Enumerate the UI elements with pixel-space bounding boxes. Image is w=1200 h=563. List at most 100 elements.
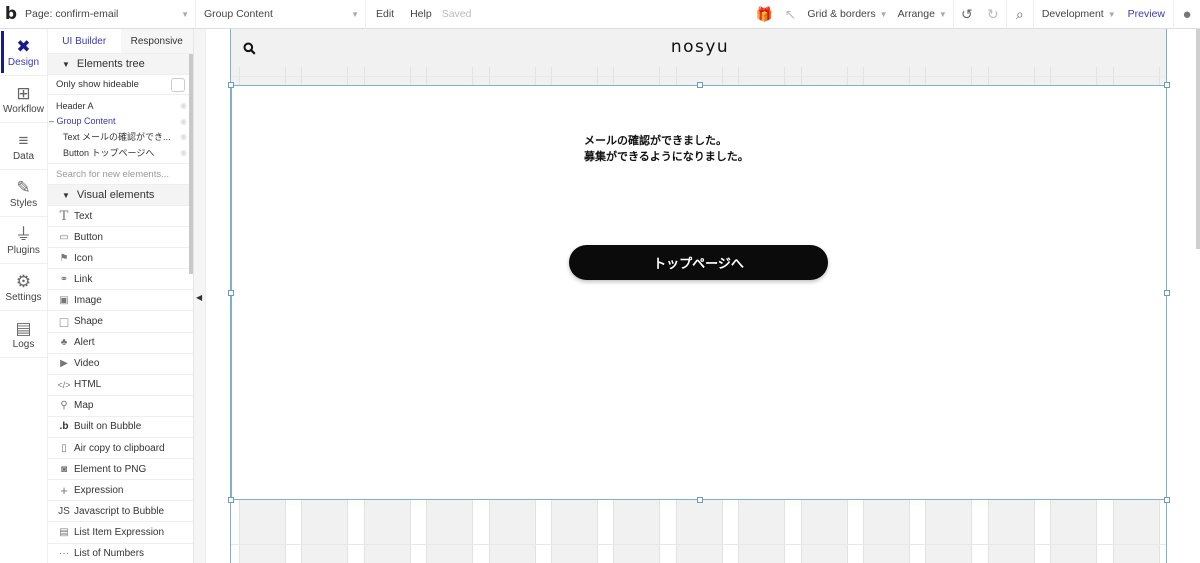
chevron-down-icon: ▼ [181, 9, 189, 19]
grid-column [863, 500, 910, 563]
rail-plugins[interactable]: ⏚ Plugins [0, 217, 47, 264]
brush-icon: ✎ [16, 177, 31, 197]
only-show-hideable-checkbox[interactable] [171, 77, 185, 92]
account-icon[interactable]: ● [1174, 0, 1200, 29]
element-label: Map [74, 400, 94, 412]
eye-icon[interactable]: ◉ [180, 101, 187, 110]
element-video[interactable]: ▶ Video [48, 354, 193, 375]
rail-workflow[interactable]: ⊞ Workflow [0, 76, 47, 123]
element-label: HTML [74, 379, 102, 391]
element-built-on-bubble[interactable]: .b Built on Bubble [48, 417, 193, 439]
resize-handle[interactable] [697, 82, 703, 88]
element-list-item-expression[interactable]: ▤ List Item Expression [48, 522, 193, 544]
tree-item-group-content[interactable]: – Group Content ◉ [48, 114, 193, 130]
eye-icon[interactable]: ◉ [180, 148, 187, 157]
element-link[interactable]: ⚭ Link [48, 269, 193, 291]
panel-scrollbar[interactable] [189, 54, 193, 274]
grid-column [488, 500, 536, 563]
shape-icon: □ [59, 313, 69, 330]
rail-styles[interactable]: ✎ Styles [0, 170, 47, 217]
tree-item-button[interactable]: Button トップページへ ◉ [48, 145, 193, 161]
section-title: Elements tree [76, 58, 145, 70]
preview-link[interactable]: Preview [1124, 0, 1173, 29]
tab-ui-builder[interactable]: UI Builder [48, 29, 121, 53]
undo-icon[interactable]: ↺ [954, 0, 980, 29]
elements-tree-header[interactable]: ▼ Elements tree [48, 54, 193, 75]
element-alert[interactable]: ♣ Alert [48, 333, 193, 354]
grid-column [613, 500, 661, 563]
element-shape[interactable]: □ Shape [48, 311, 193, 333]
tree-item-label: Header A [56, 100, 94, 111]
resize-handle[interactable] [228, 82, 234, 88]
page-select[interactable]: Page: confirm-email ▼ [22, 0, 196, 29]
element-list-of-numbers[interactable]: ··· List of Numbers [48, 544, 193, 563]
design-icon: ✖ [16, 36, 31, 56]
page-select-label: Page: confirm-email [25, 8, 119, 20]
header-search-icon[interactable] [243, 42, 256, 58]
footer-grid-overlay [231, 500, 1167, 563]
rail-logs[interactable]: ▤ Logs [0, 311, 47, 358]
grid-column [1112, 500, 1160, 563]
resize-handle[interactable] [1164, 82, 1170, 88]
brand-logo[interactable]: nosyu [600, 37, 800, 57]
link-icon: ⚭ [59, 273, 69, 285]
element-map[interactable]: ⚲ Map [48, 396, 193, 417]
rail-label: Design [7, 56, 40, 68]
element-icon[interactable]: ⚑ Icon [48, 248, 193, 270]
rail-label: Styles [9, 197, 38, 209]
grid-column [426, 500, 474, 563]
tree-item-header[interactable]: Header A ◉ [48, 98, 193, 114]
help-menu[interactable]: Help [402, 0, 440, 29]
top-page-button[interactable]: トップページへ [569, 245, 828, 280]
resize-handle[interactable] [697, 497, 703, 503]
element-text[interactable]: T Text [48, 206, 193, 228]
resize-handle[interactable] [228, 290, 234, 296]
bell-icon: ♣ [60, 337, 68, 349]
element-expression[interactable]: + Expression [48, 480, 193, 502]
confirmation-message[interactable]: メールの確認ができました。 募集ができるようになりました。 [584, 133, 749, 165]
rail-design[interactable]: ✖ Design [0, 29, 47, 76]
panel-tabs: UI Builder Responsive [48, 29, 193, 54]
visual-elements-header[interactable]: ▼ Visual elements [48, 185, 193, 206]
tree-item-text[interactable]: Text メールの確認ができ... ◉ [48, 129, 193, 145]
environment-select[interactable]: Development ▼ [1034, 0, 1124, 29]
rail-settings[interactable]: ⚙ Settings [0, 264, 47, 311]
grid-borders-menu[interactable]: Grid & borders ▼ [803, 0, 891, 29]
resize-handle[interactable] [228, 497, 234, 503]
rail-data[interactable]: ≡ Data [0, 123, 47, 170]
video-icon: ▶ [60, 358, 68, 370]
resize-handle[interactable] [1164, 290, 1170, 296]
tab-responsive[interactable]: Responsive [120, 29, 193, 53]
element-html[interactable]: </> HTML [48, 375, 193, 396]
element-image[interactable]: ▣ Image [48, 290, 193, 312]
grid-column [551, 500, 598, 563]
tree-item-label: – Group Content [49, 116, 116, 127]
resize-handle[interactable] [1164, 497, 1170, 503]
edit-menu[interactable]: Edit [366, 0, 402, 29]
eye-icon[interactable]: ◉ [180, 117, 187, 126]
plus-icon: + [60, 482, 68, 498]
collapse-panel-icon[interactable]: ◀ [196, 293, 202, 302]
canvas-scrollbar[interactable] [1196, 29, 1200, 249]
grid-column [738, 500, 786, 563]
bubble-logo[interactable]: b [0, 0, 22, 29]
element-to-png[interactable]: ◙ Element to PNG [48, 459, 193, 481]
left-rail: ✖ Design ⊞ Workflow ≡ Data ✎ Styles ⏚ Pl… [0, 29, 48, 563]
gift-icon[interactable]: 🎁 [751, 0, 777, 29]
element-label: List Item Expression [74, 526, 165, 538]
search-icon[interactable]: ⌕ [1007, 0, 1033, 29]
element-button[interactable]: ▭ Button [48, 227, 193, 249]
chevron-down-icon: ▼ [351, 9, 359, 19]
element-label: Video [74, 358, 100, 370]
search-elements-input[interactable]: Search for new elements... [48, 164, 193, 185]
arrange-label: Arrange [897, 8, 935, 20]
only-show-hideable[interactable]: Only show hideable [48, 75, 193, 95]
pointer-icon[interactable]: ↖ [777, 0, 803, 29]
eye-icon[interactable]: ◉ [180, 132, 187, 141]
element-air-copy[interactable]: ▯ Air copy to clipboard [48, 438, 193, 460]
arrange-menu[interactable]: Arrange ▼ [892, 0, 953, 29]
element-javascript[interactable]: JS Javascript to Bubble [48, 501, 193, 523]
environment-label: Development [1041, 8, 1104, 20]
redo-icon[interactable]: ↻ [980, 0, 1006, 29]
element-select[interactable]: Group Content ▼ [196, 0, 366, 29]
